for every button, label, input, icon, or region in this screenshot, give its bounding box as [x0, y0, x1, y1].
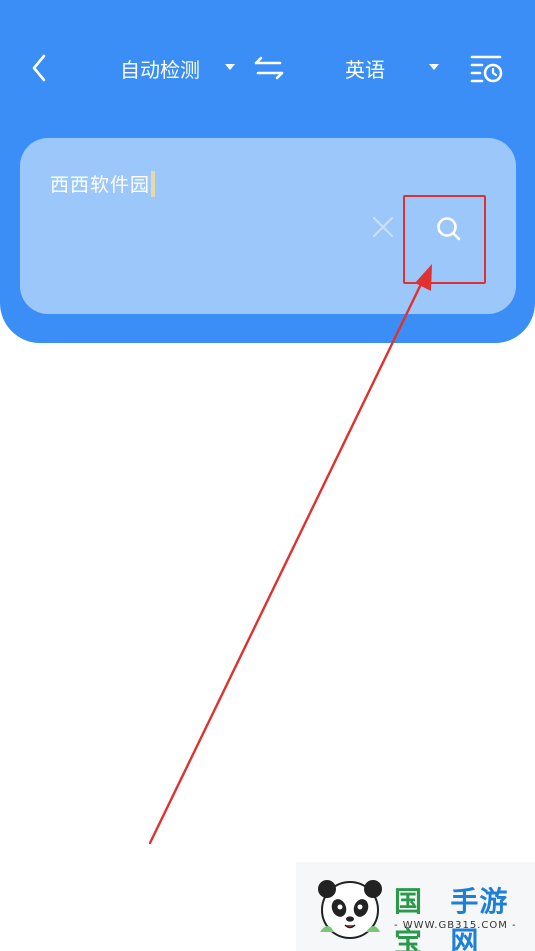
swap-languages-button[interactable]: [250, 50, 288, 86]
close-icon: [372, 216, 394, 238]
source-language-label: 自动检测: [120, 57, 200, 82]
chevron-down-icon: [429, 64, 439, 70]
target-language-label: 英语: [345, 57, 385, 82]
watermark-url: - WWW.GB315.COM -: [394, 920, 517, 931]
input-text-value: 西西软件园: [50, 174, 151, 196]
translation-input[interactable]: 西西软件园: [50, 170, 156, 197]
history-button[interactable]: [466, 48, 506, 88]
target-language-selector[interactable]: 英语: [345, 48, 385, 88]
watermark-brand: 国宝 手游网: [394, 880, 535, 951]
history-list-clock-icon: [470, 55, 503, 83]
site-watermark: 国宝 手游网 - WWW.GB315.COM -: [296, 862, 535, 951]
annotation-highlight-box: [403, 195, 486, 284]
translator-header: 自动检测 英语 西西软件园: [0, 0, 535, 343]
panda-logo-icon: [318, 880, 382, 939]
text-cursor: [151, 170, 156, 197]
source-language-selector[interactable]: 自动检测: [120, 48, 200, 88]
swap-arrows-icon: [254, 56, 284, 80]
chevron-down-icon: [225, 64, 235, 70]
back-button[interactable]: [22, 48, 58, 88]
watermark-brand-part1: 国宝: [394, 885, 424, 951]
clear-input-button[interactable]: [370, 214, 396, 240]
top-bar: 自动检测 英语: [0, 40, 535, 96]
chevron-left-icon: [32, 54, 46, 82]
watermark-brand-part2: 手游网: [450, 885, 509, 951]
annotation-arrow-line: [148, 278, 425, 845]
